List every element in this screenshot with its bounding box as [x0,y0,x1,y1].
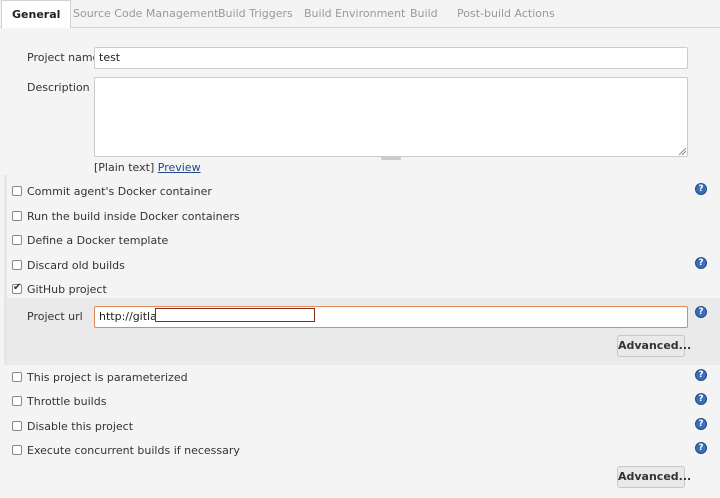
option-label: GitHub project [27,282,107,296]
checkbox[interactable] [12,260,22,270]
help-icon[interactable]: ? [695,442,707,454]
option-label: Throttle builds [27,394,107,408]
option-run-inside-docker[interactable]: Run the build inside Docker containers [12,208,240,224]
project-name-input[interactable]: test [94,47,688,69]
config-tabbar: General Source Code Management Build Tri… [0,0,720,29]
option-github-project[interactable]: GitHub project [12,281,107,297]
tab-source-code-management[interactable]: Source Code Management [73,0,218,28]
tab-build-triggers[interactable]: Build Triggers [218,0,293,28]
option-label: Run the build inside Docker containers [27,209,240,223]
tab-post-build-actions[interactable]: Post-build Actions [457,0,555,28]
option-disable-project[interactable]: Disable this project [12,418,133,434]
checkbox[interactable] [12,421,22,431]
help-icon[interactable]: ? [695,183,707,195]
advanced-button[interactable]: Advanced... [617,466,691,488]
help-icon[interactable]: ? [695,369,707,381]
description-label: Description [27,81,90,94]
option-discard-old-builds[interactable]: Discard old builds [12,257,125,273]
redacted-url-block [155,308,315,322]
config-form: Project name test Description [Plain tex… [0,28,720,498]
help-icon[interactable]: ? [695,418,707,430]
option-label: Discard old builds [27,258,125,272]
option-label: Define a Docker template [27,233,169,247]
tab-build-environment[interactable]: Build Environment [304,0,405,28]
checkbox[interactable] [12,445,22,455]
description-format-row: [Plain text] Preview [94,161,201,174]
option-label: Disable this project [27,419,134,433]
checkbox[interactable] [12,372,22,382]
option-throttle-builds[interactable]: Throttle builds [12,393,106,409]
description-textarea[interactable] [94,77,688,160]
option-commit-docker-container[interactable]: Commit agent's Docker container [12,183,212,199]
project-url-label: Project url [27,310,83,323]
textarea-resize-handle[interactable] [381,156,401,160]
github-advanced-button[interactable]: Advanced... [617,335,691,357]
help-icon[interactable]: ? [695,257,707,269]
plain-text-label: [Plain text] [94,161,155,174]
option-label: Commit agent's Docker container [27,184,212,198]
checkbox-checked[interactable] [12,282,22,294]
help-icon[interactable]: ? [695,306,707,318]
option-concurrent-builds[interactable]: Execute concurrent builds if necessary [12,442,240,458]
option-label: This project is parameterized [27,370,188,384]
checkbox[interactable] [12,186,22,196]
option-label: Execute concurrent builds if necessary [27,443,240,457]
checkbox[interactable] [12,235,22,245]
project-name-label: Project name [27,51,100,64]
tab-build[interactable]: Build [410,0,438,28]
tab-general[interactable]: General [1,0,72,29]
option-define-docker-template[interactable]: Define a Docker template [12,232,168,248]
resize-grip-icon[interactable] [679,148,686,155]
help-icon[interactable]: ? [695,393,707,405]
checkbox[interactable] [12,211,22,221]
preview-link[interactable]: Preview [158,161,201,174]
option-parameterized[interactable]: This project is parameterized [12,369,188,385]
checkbox[interactable] [12,396,22,406]
